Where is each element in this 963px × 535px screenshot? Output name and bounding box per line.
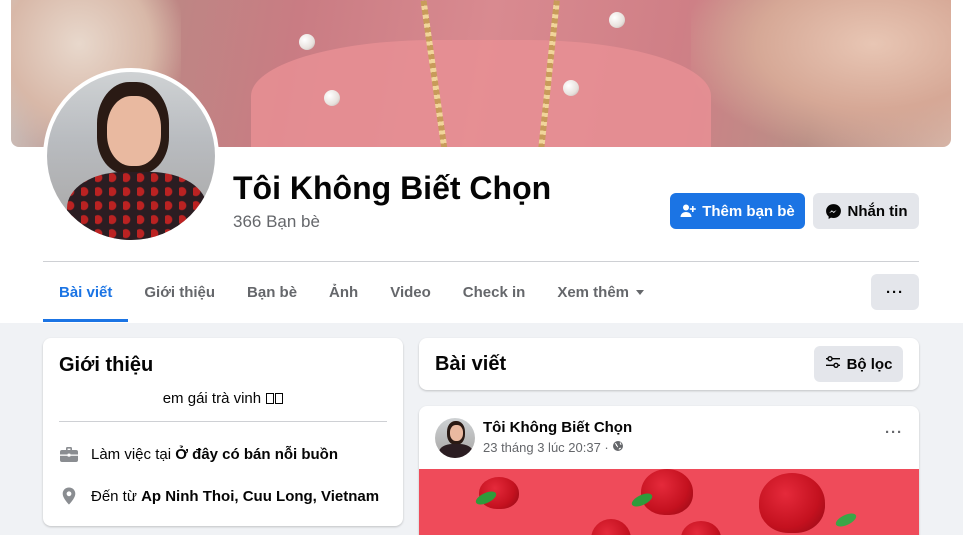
posts-title: Bài viết (435, 353, 507, 375)
post-timestamp[interactable]: 23 tháng 3 lúc 20:37 · (483, 440, 624, 455)
bio-emoji-icon (266, 393, 275, 404)
tab-posts[interactable]: Bài viết (43, 262, 129, 322)
friends-count[interactable]: 366 Bạn bè (233, 212, 320, 232)
filter-sliders-icon (825, 354, 841, 374)
post-author-avatar[interactable] (435, 418, 475, 458)
globe-icon (612, 440, 624, 455)
more-options-button[interactable]: ··· (871, 274, 919, 310)
tab-video[interactable]: Video (374, 262, 447, 322)
tab-checkin[interactable]: Check in (447, 262, 542, 322)
intro-bio-text: em gái trà vinh (162, 390, 266, 407)
post-author-name[interactable]: Tôi Không Biết Chọn (483, 419, 632, 436)
message-label: Nhắn tin (847, 202, 908, 220)
intro-title: Giới thiệu (59, 354, 154, 376)
intro-work: Làm việc tại Ở đây có bán nỗi buồn (59, 444, 338, 464)
profile-name: Tôi Không Biết Chọn (233, 170, 552, 206)
hometown-text: Đến từ Ap Ninh Thoi, Cuu Long, Vietnam (91, 488, 379, 505)
add-friend-label: Thêm bạn bè (702, 202, 795, 220)
intro-divider (59, 421, 387, 422)
tab-more-label: Xem thêm (557, 283, 630, 301)
from-prefix: Đến từ (91, 487, 142, 505)
post-menu-button[interactable]: ··· (885, 424, 903, 441)
location-pin-icon (59, 486, 79, 506)
work-prefix: Làm việc tại (91, 445, 176, 463)
profile-header: Tôi Không Biết Chọn 366 Bạn bè Thêm bạn … (0, 0, 963, 323)
tab-photos[interactable]: Ảnh (313, 262, 374, 322)
profile-tabs: Bài viết Giới thiệu Bạn bè Ảnh Video Che… (43, 262, 661, 322)
message-button[interactable]: Nhắn tin (813, 193, 919, 229)
profile-avatar[interactable] (47, 72, 215, 240)
tab-friends[interactable]: Bạn bè (231, 262, 313, 322)
tab-more[interactable]: Xem thêm (541, 262, 661, 322)
filter-label: Bộ lọc (846, 355, 893, 373)
add-friend-icon (680, 203, 697, 219)
messenger-icon (825, 203, 842, 220)
posts-header-card: Bài viết Bộ lọc (419, 338, 919, 390)
hometown-link[interactable]: Ap Ninh Thoi, Cuu Long, Vietnam (141, 488, 379, 505)
post-time-text: 23 tháng 3 lúc 20:37 · (483, 440, 609, 455)
add-friend-button[interactable]: Thêm bạn bè (670, 193, 805, 229)
intro-hometown: Đến từ Ap Ninh Thoi, Cuu Long, Vietnam (59, 486, 379, 506)
bio-emoji-icon (275, 393, 284, 404)
intro-bio: em gái trà vinh (43, 390, 403, 407)
post-image[interactable] (419, 469, 919, 535)
intro-card: Giới thiệu em gái trà vinh Làm việc tại … (43, 338, 403, 526)
filter-button[interactable]: Bộ lọc (814, 346, 903, 382)
briefcase-icon (59, 444, 79, 464)
caret-down-icon (635, 284, 645, 301)
post-card: Tôi Không Biết Chọn 23 tháng 3 lúc 20:37… (419, 406, 919, 535)
work-text: Làm việc tại Ở đây có bán nỗi buồn (91, 446, 338, 463)
tab-about[interactable]: Giới thiệu (128, 262, 231, 322)
work-place-link[interactable]: Ở đây có bán nỗi buồn (175, 446, 338, 463)
